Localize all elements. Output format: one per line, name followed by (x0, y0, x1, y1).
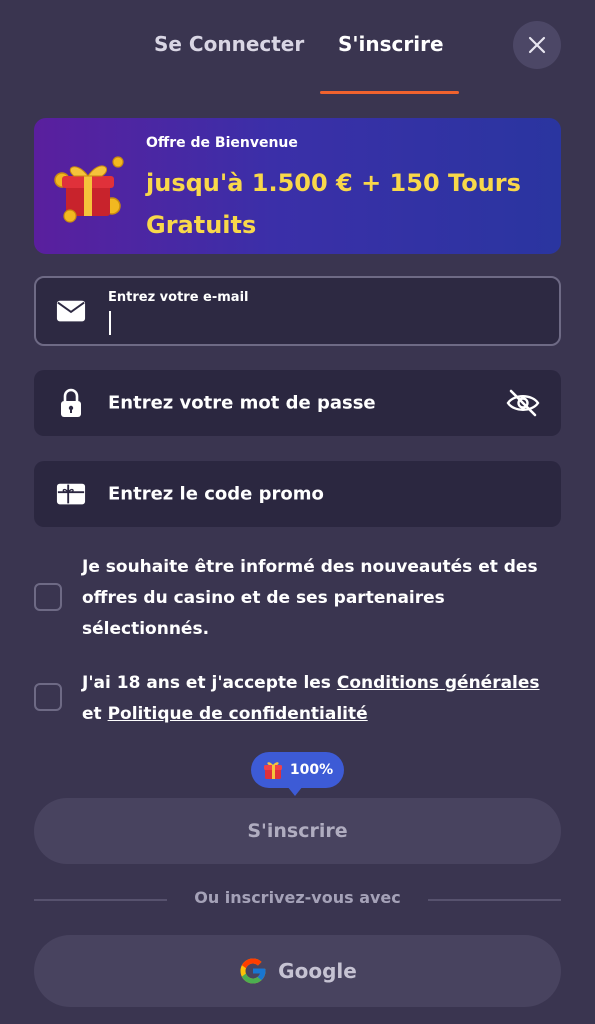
close-icon (528, 36, 546, 54)
promo-code-field[interactable]: Entrez le code promo (34, 461, 561, 527)
banner-subtitle: Offre de Bienvenue (146, 135, 298, 151)
progress-badge: 100% (251, 752, 344, 788)
signup-submit-button[interactable]: S'inscrire (34, 798, 561, 864)
promo-code-placeholder: Entrez le code promo (108, 483, 324, 505)
password-placeholder: Entrez votre mot de passe (108, 392, 376, 414)
social-signup-divider: Ou inscrivez-vous avec (194, 888, 401, 907)
progress-value: 100% (289, 762, 334, 778)
terms-checkbox[interactable] (34, 683, 62, 711)
close-button[interactable] (513, 21, 561, 69)
envelope-icon (56, 296, 86, 326)
terms-conditions-link[interactable]: Conditions générales (337, 673, 540, 693)
banner-headline: jusqu'à 1.500 € + 150 Tours Gratuits (146, 169, 521, 239)
terms-middle: et (82, 704, 108, 724)
welcome-offer-banner: Offre de Bienvenue jusqu'à 1.500 € + 150… (34, 118, 561, 254)
auth-tabs: Se Connecter S'inscrire (0, 0, 595, 95)
tab-signup[interactable]: S'inscrire (338, 32, 444, 56)
gift-icon (263, 762, 282, 779)
newsletter-consent-text: Je souhaite être informé des nouveautés … (82, 557, 538, 639)
google-icon (240, 958, 266, 984)
progress-badge-pointer (287, 786, 303, 796)
divider-line-right (428, 899, 561, 901)
newsletter-checkbox[interactable] (34, 583, 62, 611)
privacy-policy-link[interactable]: Politique de confidentialité (108, 704, 368, 724)
text-cursor (109, 311, 111, 335)
email-field[interactable]: Entrez votre e-mail (34, 276, 561, 346)
google-button-label: Google (278, 959, 357, 983)
password-field[interactable]: Entrez votre mot de passe (34, 370, 561, 436)
divider-line-left (34, 899, 167, 901)
lock-icon (56, 388, 86, 418)
terms-consent-text: J'ai 18 ans et j'accepte les Conditions … (82, 668, 562, 730)
tab-login[interactable]: Se Connecter (154, 32, 304, 56)
terms-prefix: J'ai 18 ans et j'accepte les (82, 673, 337, 693)
gift-card-icon (56, 479, 86, 509)
active-tab-indicator (320, 91, 459, 94)
eye-slash-icon[interactable] (505, 388, 541, 418)
google-signup-button[interactable]: Google (34, 935, 561, 1007)
email-field-label: Entrez votre e-mail (108, 290, 249, 305)
gift-box-icon (54, 156, 124, 223)
